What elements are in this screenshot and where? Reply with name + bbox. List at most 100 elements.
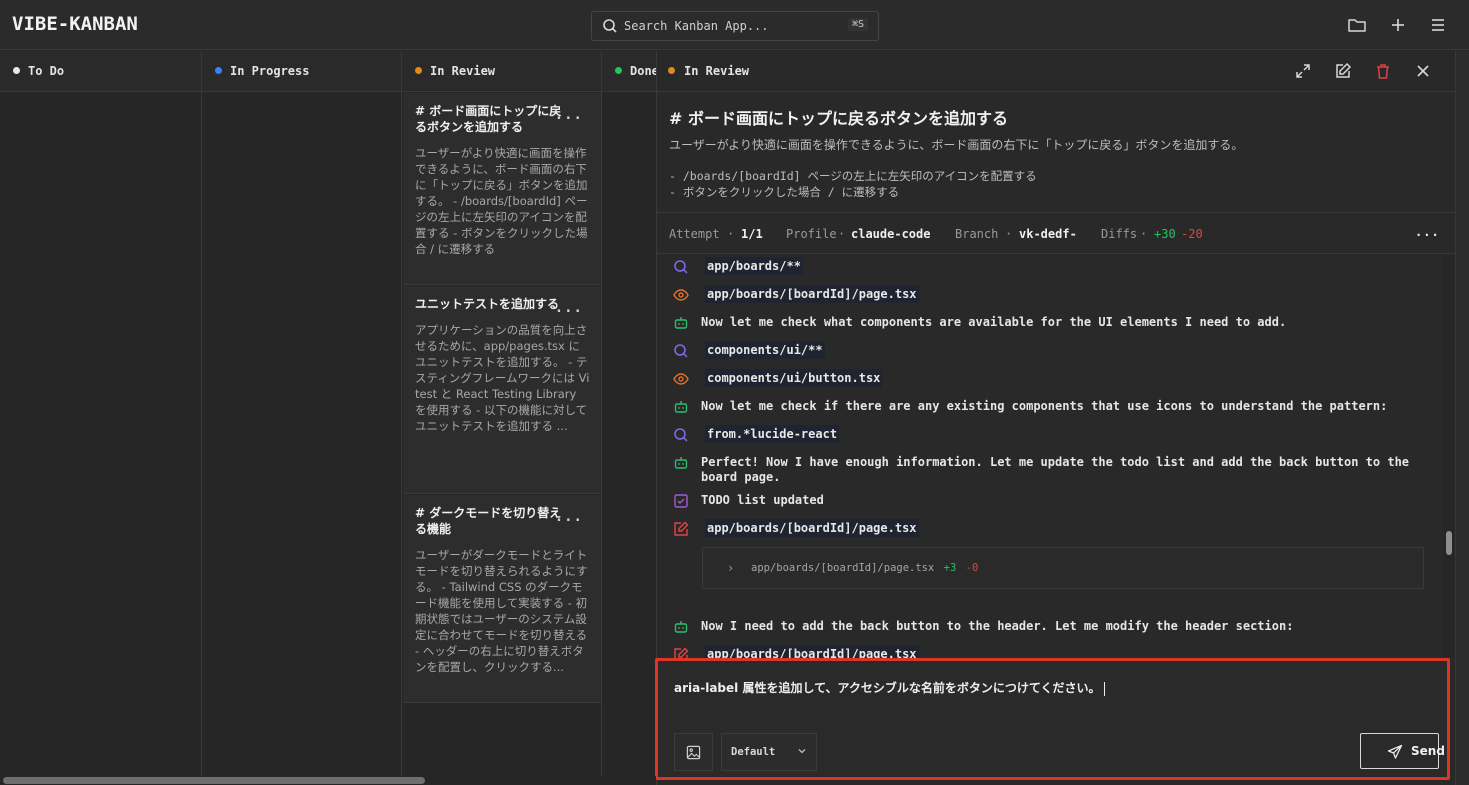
card-title: # ボード画面にトップに戻るボタンを追加する: [415, 104, 562, 134]
status-dot: [13, 67, 20, 74]
message-input[interactable]: aria-label 属性を追加して、アクセシブルな名前をボタンにつけてください…: [674, 679, 1105, 696]
diff-file-name: app/boards/[boardId]/page.tsx +3 -0: [751, 562, 978, 574]
search-shortcut: ⌘S: [847, 18, 868, 31]
eye-icon: [673, 373, 689, 385]
task-card[interactable]: # ボード画面にトップに戻るボタンを追加する ... ユーザーがより快適に画面を…: [403, 93, 601, 285]
eye-icon: [673, 289, 689, 301]
expand-icon[interactable]: [1294, 62, 1312, 80]
task-bullets: - /boards/[boardId] ページの左上に左矢印のアイコンを配置する…: [669, 168, 1037, 200]
card-description: アプリケーションの品質を向上させるために、app/pages.tsx にユニット…: [415, 323, 590, 433]
top-bar: VIBE-KANBAN Search Kanban App... ⌘S: [0, 0, 1469, 50]
column-title: Done: [630, 64, 659, 78]
diffs-label: Diffs: [1101, 227, 1138, 241]
column-header-todo: To Do: [0, 51, 201, 92]
column-done: Done: [602, 51, 662, 781]
diff-file-removed: -0: [965, 562, 979, 574]
panel-edge: [1455, 51, 1469, 785]
card-more-button[interactable]: ...: [555, 300, 583, 316]
bot-icon: [674, 401, 688, 413]
log-code: app/boards/[boardId]/page.tsx: [705, 519, 919, 537]
search-box[interactable]: Search Kanban App... ⌘S: [591, 11, 879, 41]
search-icon: [674, 428, 688, 442]
search-placeholder[interactable]: Search Kanban App...: [624, 19, 769, 33]
log-code: components/ui/**: [705, 341, 825, 359]
text-caret: [1103, 681, 1105, 696]
plus-icon[interactable]: [1388, 15, 1408, 35]
board-horizontal-scrollbar[interactable]: [0, 776, 656, 785]
panel-status: In Review: [684, 64, 750, 78]
task-card[interactable]: ユニットテストを追加する ... アプリケーションの品質を向上させるために、ap…: [403, 286, 601, 494]
column-header-done: Done: [602, 51, 662, 92]
folder-icon[interactable]: [1347, 15, 1367, 35]
column-todo: To Do: [0, 51, 202, 781]
separator: ·: [838, 227, 846, 241]
image-icon: [686, 745, 701, 760]
column-header-in-progress: In Progress: [202, 51, 401, 92]
status-dot: [668, 67, 675, 74]
send-label: Send: [1411, 744, 1445, 758]
card-more-button[interactable]: ...: [555, 107, 583, 123]
status-dot: [615, 67, 622, 74]
bot-icon: [674, 621, 688, 633]
column-title: In Review: [430, 64, 496, 78]
bot-icon: [674, 317, 688, 329]
profile-value: claude-code: [851, 227, 931, 241]
message-text: aria-label 属性を追加して、アクセシブルな名前をボタンにつけてください…: [674, 681, 1101, 695]
card-description: ユーザーがダークモードとライトモードを切り替えられるようにする。 - Tailw…: [415, 548, 588, 674]
branch-value[interactable]: vk-dedf-: [1019, 227, 1077, 241]
checkbox-icon: [674, 494, 688, 508]
separator: ·: [727, 227, 735, 241]
profile-label: Profile: [786, 227, 837, 241]
log-message: Perfect! Now I have enough information. …: [701, 455, 1410, 484]
search-icon: [674, 260, 688, 274]
log-message: Now let me check if there are any existi…: [701, 399, 1388, 413]
log-code: app/boards/[boardId]/page.tsx: [705, 645, 919, 658]
follow-up-composer: aria-label 属性を追加して、アクセシブルな名前をボタンにつけてください…: [655, 658, 1450, 780]
card-description: ユーザーがより快適に画面を操作できるように、ボード画面の右下に「トップに戻る」ボ…: [415, 146, 588, 256]
log-scrollbar[interactable]: [1443, 255, 1455, 657]
column-header-in-review: In Review: [402, 51, 601, 92]
app-logo[interactable]: VIBE-KANBAN: [12, 13, 138, 35]
log-code: app/boards/[boardId]/page.tsx: [705, 285, 919, 303]
column-title: To Do: [28, 64, 65, 78]
diffs-removed[interactable]: -20: [1181, 227, 1203, 241]
card-title: # ダークモードを切り替える機能: [415, 506, 562, 536]
chevron-right-icon[interactable]: ›: [727, 561, 734, 575]
column-in-progress: In Progress: [202, 51, 402, 781]
diff-file-added: +3: [943, 562, 957, 574]
attempt-label: Attempt: [669, 227, 720, 241]
log-code: from.*lucide-react: [705, 425, 840, 443]
log-message: Now let me check what components are ava…: [701, 315, 1287, 329]
separator: ·: [1005, 227, 1013, 241]
status-dot: [415, 67, 422, 74]
edit-file-icon: [674, 647, 689, 658]
attach-image-button[interactable]: [674, 733, 713, 771]
profile-select[interactable]: Default: [721, 733, 817, 771]
chevron-down-icon: [798, 749, 806, 754]
more-options-button[interactable]: ...: [1415, 225, 1440, 239]
edit-icon[interactable]: [1334, 62, 1352, 80]
log-message: TODO list updated: [701, 493, 824, 507]
card-title: ユニットテストを追加する: [415, 297, 560, 311]
diffs-added[interactable]: +30: [1154, 227, 1176, 241]
scrollbar-thumb[interactable]: [3, 777, 425, 784]
separator: ·: [1140, 227, 1148, 241]
task-card[interactable]: # ダークモードを切り替える機能 ... ユーザーがダークモードとライトモードを…: [403, 495, 601, 703]
task-detail-panel: In Review # ボード画面にトップに戻るボタンを追加する ユーザーがより…: [655, 51, 1469, 785]
attempt-meta-bar: Attempt · 1/1 Profile · claude-code Bran…: [657, 212, 1455, 254]
diff-preview[interactable]: › app/boards/[boardId]/page.tsx +3 -0: [702, 547, 1424, 589]
send-button[interactable]: Send: [1360, 733, 1445, 769]
panel-header: In Review: [657, 51, 1469, 92]
task-description: ユーザーがより快適に画面を操作できるように、ボード画面の右下に「トップに戻る」ボ…: [669, 138, 1244, 152]
close-icon[interactable]: [1414, 62, 1432, 80]
status-dot: [215, 67, 222, 74]
scrollbar-thumb[interactable]: [1446, 531, 1452, 555]
conversation-log: app/boards/** app/boards/[boardId]/page.…: [657, 255, 1441, 658]
attempt-value[interactable]: 1/1: [741, 227, 763, 241]
menu-icon[interactable]: [1428, 15, 1448, 35]
bot-icon: [674, 457, 688, 469]
log-message: Now I need to add the back button to the…: [701, 619, 1294, 633]
trash-icon[interactable]: [1374, 62, 1392, 80]
search-icon: [603, 19, 617, 33]
card-more-button[interactable]: ...: [555, 509, 583, 525]
